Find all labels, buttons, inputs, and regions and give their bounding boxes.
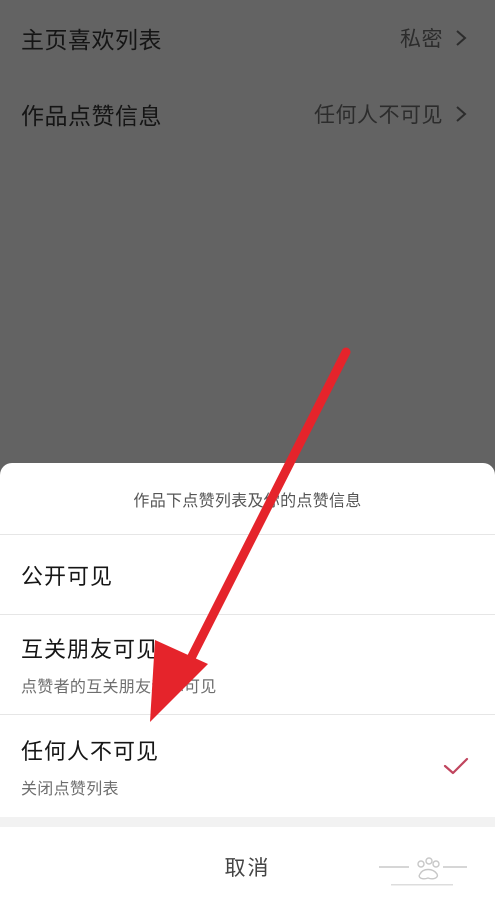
setting-row-liked-list[interactable]: 主页喜欢列表 私密	[0, 0, 495, 76]
option-title: 公开可见	[21, 564, 114, 590]
screen: 主页喜欢列表 私密 作品点赞信息 任何人不可见 作品下点赞列表及你的点赞信息 公…	[0, 0, 495, 906]
setting-label: 主页喜欢列表	[21, 28, 162, 54]
chevron-right-icon	[456, 106, 467, 122]
setting-right: 任何人不可见	[314, 99, 471, 129]
setting-label: 作品点赞信息	[21, 104, 162, 130]
checkmark-icon	[443, 757, 469, 775]
sheet-divider-gap	[0, 817, 495, 827]
option-title: 任何人不可见	[21, 739, 160, 765]
option-mutual-friends[interactable]: 互关朋友可见 点赞者的互关朋友和你可见	[0, 615, 495, 715]
option-description: 点赞者的互关朋友和你可见	[21, 677, 217, 696]
option-nobody[interactable]: 任何人不可见 关闭点赞列表	[0, 715, 495, 817]
visibility-bottom-sheet: 作品下点赞列表及你的点赞信息 公开可见 互关朋友可见 点赞者的互关朋友和你可见 …	[0, 463, 495, 906]
option-description: 关闭点赞列表	[21, 778, 119, 798]
setting-value: 任何人不可见	[314, 103, 443, 127]
sheet-title: 作品下点赞列表及你的点赞信息	[0, 463, 495, 535]
baidu-watermark-logo	[379, 857, 467, 886]
option-title: 互关朋友可见	[21, 638, 160, 663]
option-public[interactable]: 公开可见	[0, 535, 495, 615]
chevron-right-icon	[456, 30, 467, 46]
setting-row-like-info[interactable]: 作品点赞信息 任何人不可见	[0, 76, 495, 152]
setting-value: 私密	[400, 27, 443, 51]
setting-right: 私密	[400, 23, 471, 53]
